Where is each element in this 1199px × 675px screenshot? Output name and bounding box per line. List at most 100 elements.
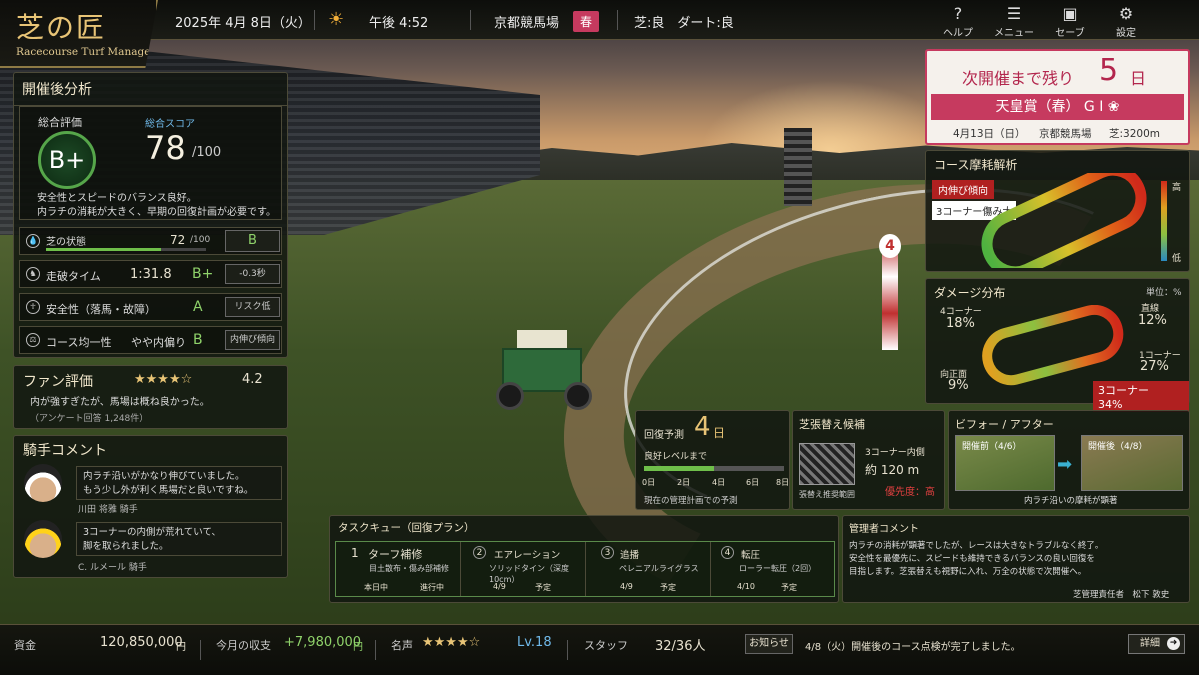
recovery-bar	[644, 466, 784, 471]
score-label: 総合スコア	[145, 119, 195, 130]
arrow-right-icon: ➡	[1057, 454, 1073, 475]
safety-grade: A	[193, 299, 203, 315]
recovery-days: 4	[694, 412, 711, 442]
uniformity-row[interactable]: ⚖ コース均一性 やや内偏り B 内伸び傾向	[19, 326, 282, 354]
menu-icon: ☰	[1006, 4, 1022, 23]
analysis-panel: 開催後分析 総合評価 B+ 総合スコア 78 /100 安全性とスピードのバラン…	[13, 72, 288, 358]
course-icon: ⚖	[26, 333, 40, 347]
funds-label: 資金	[14, 639, 36, 652]
task-list: 1 ターフ補修 目土散布・傷み部補修 本日中 進行中 2 エアレーション ソリッ…	[335, 541, 835, 597]
resod-panel: 芝張替え候補 3コーナー内側 約 120 m 張替え推奨範囲 優先度：高	[792, 410, 945, 510]
race-time-row[interactable]: ♞ 走破タイム 1:31.8 B+ -0.3秒	[19, 260, 282, 288]
logo-subtitle: Racecourse Turf Manager	[16, 46, 156, 58]
turf-bar	[46, 248, 206, 251]
fan-rating: 4.2	[242, 372, 263, 387]
race-time-grade: B+	[192, 266, 214, 282]
before-after-panel: ビフォー / アフター 開催前（4/6） ➡ 開催後（4/8） 内ラチ沿いの摩耗…	[948, 410, 1190, 510]
turf-condition-row[interactable]: 💧 芝の状態 72 /100 B	[19, 227, 282, 255]
current-date: 2025年 4月 8日（火）	[175, 16, 311, 31]
detail-button[interactable]: 詳細 ➜	[1128, 634, 1185, 654]
notice-text: 4/8（火）開催後のコース点検が完了しました。	[805, 642, 1021, 653]
before-after-title: ビフォー / アフター	[955, 418, 1054, 431]
fame-label: 名声	[391, 639, 413, 652]
countdown-prefix: 次開催まで残り	[962, 69, 1075, 88]
task-item-3[interactable]: 3 追播 ペレニアルライグラス 4/9 予定	[586, 542, 711, 596]
wear-panel: コース摩耗解析 内伸び傾向 3コーナー傷み大 高 低	[925, 150, 1190, 272]
funds-value: 120,850,000	[100, 635, 183, 650]
recovery-ticks: 0日 2日 4日 6日 8日	[642, 478, 790, 487]
recovery-sub: 良好レベルまで	[644, 452, 708, 462]
damage-panel: ダメージ分布 単位：% 4コーナー 18% 直線 12% 向正面 9% 1コーナ…	[925, 278, 1190, 412]
current-time: 午後 4:52	[369, 16, 429, 31]
race-time-value: 1:31.8	[130, 267, 172, 282]
turf-tractor	[492, 330, 602, 410]
safety-row[interactable]: ☥ 安全性（落馬・故障） A リスク低	[19, 293, 282, 321]
wear-legend-bar	[1161, 181, 1167, 261]
resod-priority: 優先度：高	[885, 487, 935, 498]
save-icon: ▣	[1062, 4, 1078, 23]
wear-legend-low: 低	[1172, 254, 1182, 264]
logo-title: 芝の匠	[16, 11, 107, 44]
damage-c3: 3コーナー 34%	[1093, 381, 1189, 412]
before-after-caption: 内ラチ沿いの摩耗が顕著	[1024, 496, 1118, 506]
task-item-1[interactable]: 1 ターフ補修 目土散布・傷み部補修 本日中 進行中	[336, 542, 461, 596]
jockey-name-1: 川田 将雅 騎手	[78, 505, 138, 515]
menu-button[interactable]: ☰ メニュー	[986, 4, 1042, 39]
fan-panel: ファン評価 ★★★★☆ 4.2 内が強すぎたが、馬場は概ね良かった。 （アンケー…	[13, 365, 288, 429]
manager-title: 管理者コメント	[849, 524, 919, 535]
after-image[interactable]: 開催後（4/8）	[1081, 435, 1183, 491]
staff-value: 32/36人	[655, 639, 706, 654]
wear-legend-high: 高	[1172, 183, 1182, 193]
arrow-circle-icon: ➜	[1167, 637, 1180, 650]
wear-title: コース摩耗解析	[934, 158, 1018, 172]
settings-button[interactable]: ⚙ 設定	[1098, 4, 1154, 39]
damage-front: 9%	[948, 378, 969, 393]
turf-value: 72	[170, 233, 186, 247]
resod-title: 芝張替え候補	[799, 418, 865, 431]
resod-area: 3コーナー内側	[865, 448, 925, 458]
save-button[interactable]: ▣ セーブ	[1042, 4, 1098, 39]
race-time-delta: -0.3秒	[225, 264, 280, 284]
safety-chip: リスク低	[225, 297, 280, 317]
judge-tower	[784, 128, 812, 206]
fan-responses: （アンケート回答 1,248件）	[30, 414, 149, 424]
notice-label[interactable]: お知らせ	[745, 634, 793, 654]
fan-comment: 内が強すぎたが、馬場は概ね良かった。	[30, 397, 210, 408]
manager-signature: 芝管理責任者 松下 敦史	[1073, 590, 1170, 600]
jockey-comment-2: 3コーナーの内側が荒れていて、 脚を取られました。	[76, 522, 282, 556]
water-drop-icon: 💧	[26, 234, 40, 248]
overall-label: 総合評価	[38, 116, 82, 129]
manager-panel: 管理者コメント 内ラチの消耗が顕著でしたが、レースは大きなトラブルなく終了。 安全…	[842, 515, 1190, 603]
analysis-title: 開催後分析	[14, 73, 287, 106]
race-name-banner: 天皇賞（春） G Ⅰ ❀	[931, 94, 1184, 120]
furlong-post: 4	[879, 234, 901, 350]
recovery-panel: 回復予測 4 日 良好レベルまで 0日 2日 4日 6日 8日 現在の管理計画で…	[635, 410, 790, 510]
help-icon: ?	[953, 4, 963, 23]
analysis-desc-1: 安全性とスピードのバランス良好。	[37, 193, 197, 204]
staff-label: スタッフ	[584, 639, 628, 652]
before-image[interactable]: 開催前（4/6）	[955, 435, 1055, 491]
rider-icon: ☥	[26, 300, 40, 314]
income-label: 今月の収支	[216, 639, 271, 652]
wear-heatmap-oval	[981, 173, 1147, 268]
score-max: /100	[192, 145, 222, 160]
uniformity-grade: B	[193, 332, 203, 348]
help-button[interactable]: ? ヘルプ	[930, 4, 986, 39]
resod-pattern	[799, 443, 855, 485]
top-bar: 2025年 4月 8日（火） ☀ 午後 4:52 京都競馬場 春 芝:良 ダート…	[0, 0, 1199, 40]
race-distance: 芝:3200m	[1109, 128, 1160, 140]
task-item-2[interactable]: 2 エアレーション ソリッドタイン（深度10cm） 4/9 予定	[461, 542, 586, 596]
level-value: Lv.18	[517, 635, 552, 650]
fan-title: ファン評価	[23, 374, 93, 390]
uniformity-chip: 内伸び傾向	[225, 330, 280, 350]
jockey-name-2: C. ルメール 騎手	[78, 563, 147, 573]
task-queue-panel: タスクキュー（回復プラン） 1 ターフ補修 目土散布・傷み部補修 本日中 進行中…	[329, 515, 839, 603]
task-item-4[interactable]: 4 転圧 ローラー転圧（2回） 4/10 予定	[711, 542, 834, 596]
damage-title: ダメージ分布	[934, 286, 1006, 300]
task-queue-title: タスクキュー（回復プラン）	[338, 522, 475, 534]
jockey-panel: 騎手コメント 内ラチ沿いがかなり伸びていました。 もう少し外が利く馬場だと良いで…	[13, 435, 288, 578]
overall-box: 総合評価 B+ 総合スコア 78 /100 安全性とスピードのバランス良好。 内…	[19, 106, 282, 220]
uniformity-value: やや内偏り	[131, 336, 186, 349]
jockey-avatar-1	[24, 464, 62, 502]
jockey-title: 騎手コメント	[23, 443, 107, 459]
